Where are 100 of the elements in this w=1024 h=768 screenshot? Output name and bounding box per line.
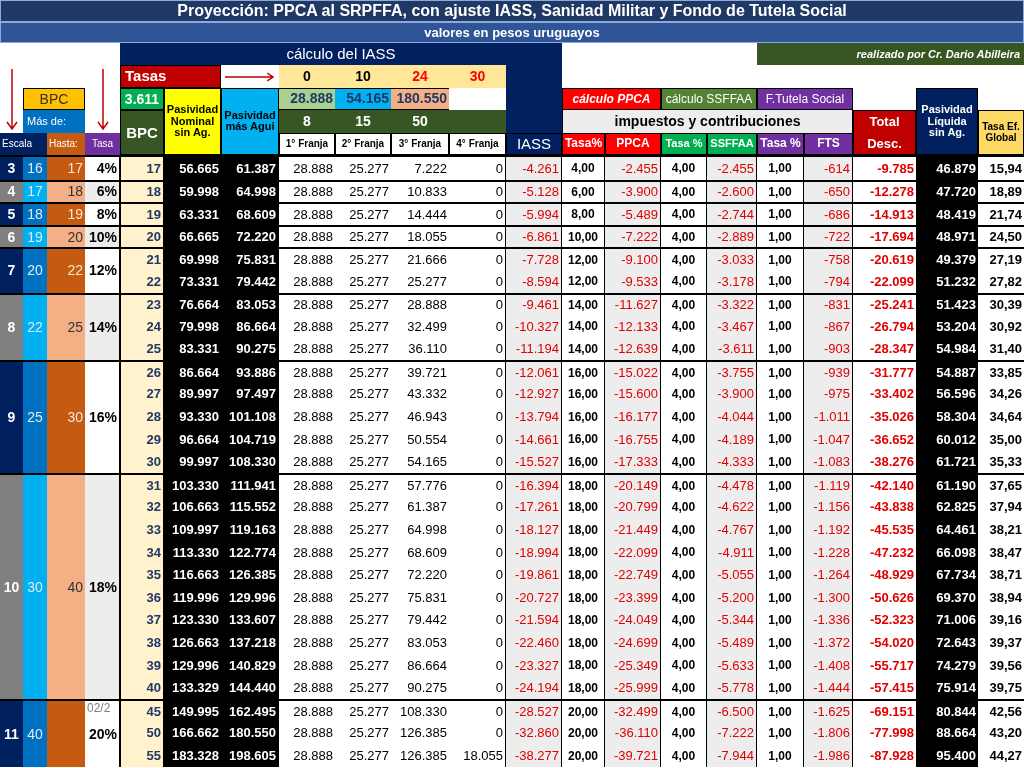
table-cell: 1,00: [757, 247, 804, 270]
column-header: Pasividad Líquida sin Ag.: [916, 87, 978, 155]
table-cell: -39.721: [605, 744, 661, 768]
table-cell: -21.594: [506, 608, 562, 632]
column-header: FTS: [804, 132, 853, 155]
table-cell: -32.860: [506, 721, 562, 745]
table-cell: 40: [23, 699, 47, 768]
table-cell: -2.744: [707, 202, 757, 225]
table-cell: 149.995: [164, 699, 221, 722]
limit-value: 28.888: [279, 87, 335, 111]
table-cell: 6: [0, 224, 23, 248]
column-header: IASS: [506, 132, 562, 155]
table-cell: -4.767: [707, 518, 757, 542]
table-cell: 129.996: [221, 586, 279, 609]
table-cell: 137.218: [221, 631, 279, 655]
table-cell: 123.330: [164, 608, 221, 632]
table-cell: -24.699: [605, 631, 661, 655]
table-cell: -21.449: [605, 518, 661, 542]
table-cell: 72.220: [221, 224, 279, 248]
table-cell: 4,00: [661, 699, 707, 722]
table-cell: 0: [449, 247, 506, 270]
table-cell: -2.889: [707, 224, 757, 248]
table-cell: 31: [120, 473, 164, 496]
table-cell: 17: [23, 179, 47, 203]
table-cell: 0: [449, 179, 506, 203]
limit-value: 54.165: [335, 87, 391, 111]
column-header: 4° Franja: [449, 132, 506, 155]
table-cell: -17.333: [605, 450, 661, 474]
table-cell: -5.489: [605, 202, 661, 225]
table-cell: -24.049: [605, 608, 661, 632]
table-cell: 11: [0, 699, 23, 768]
table-cell: 21: [120, 247, 164, 270]
table-cell: 93.330: [164, 405, 221, 429]
table-cell: 76.664: [164, 292, 221, 316]
table-cell: 20,00: [562, 699, 605, 722]
table-cell: 54.984: [916, 337, 978, 361]
column-header: Total: [869, 115, 900, 129]
table-cell: 29: [120, 428, 164, 451]
table-cell: 119.996: [164, 586, 221, 609]
table-cell: -4.478: [707, 473, 757, 496]
table-cell: -2.600: [707, 179, 757, 203]
table-cell: 28: [120, 405, 164, 429]
column-header: Tasa %: [757, 132, 804, 155]
table-cell: -975: [804, 382, 853, 406]
table-cell: -10.327: [506, 315, 562, 338]
table-cell: 93.886: [221, 360, 279, 383]
table-cell: 6%: [85, 179, 120, 203]
table-cell: -1.372: [804, 631, 853, 655]
table-cell: -794: [804, 269, 853, 293]
table-cell: 4: [0, 179, 23, 203]
down-arrow-icon: [96, 69, 109, 132]
table-cell: 116.663: [164, 563, 221, 587]
table-cell: 30: [47, 360, 85, 474]
table-cell: 108.330: [221, 450, 279, 474]
table-cell: 133.329: [164, 676, 221, 700]
table-cell: -16.755: [605, 428, 661, 451]
bpc-limit: 15: [335, 110, 391, 133]
table-cell: -939: [804, 360, 853, 383]
table-cell: 25: [120, 337, 164, 361]
table-cell: 162.495: [221, 699, 279, 722]
table-cell: 40: [120, 676, 164, 700]
table-cell: 89.997: [164, 382, 221, 406]
rate-value: 30: [449, 65, 506, 88]
table-cell: -12.133: [605, 315, 661, 338]
table-cell: 14%: [85, 292, 120, 361]
table-cell: -20.149: [605, 473, 661, 496]
rate-value: 10: [335, 65, 391, 88]
table-cell: 104.719: [221, 428, 279, 451]
table-cell: -3.033: [707, 247, 757, 270]
table-cell: -28.527: [506, 699, 562, 722]
table-cell: 66.098: [916, 541, 978, 564]
table-cell: -1.806: [804, 721, 853, 745]
table-cell: 101.108: [221, 405, 279, 429]
table-cell: 22: [23, 292, 47, 361]
table-cell: 16: [23, 157, 47, 180]
table-cell: -3.322: [707, 292, 757, 316]
column-header: 1° Franja: [279, 132, 335, 155]
table-cell: 133.607: [221, 608, 279, 632]
table-cell: -24.194: [506, 676, 562, 700]
column-header: Hasta:: [47, 132, 85, 155]
bpc-limit: 8: [279, 110, 335, 133]
table-cell: 17: [120, 157, 164, 180]
table-cell: 75.831: [221, 247, 279, 270]
table-cell: 115.552: [221, 495, 279, 519]
table-cell: 4,00: [661, 360, 707, 383]
table-cell: 0: [449, 360, 506, 383]
table-cell: -4.622: [707, 495, 757, 519]
table-cell: 30: [23, 473, 47, 700]
table-cell: 34: [120, 541, 164, 564]
table-cell: -3.611: [707, 337, 757, 361]
table-cell: 0: [449, 224, 506, 248]
table-cell: -4.333: [707, 450, 757, 474]
column-header: Pasividad más Agui: [221, 87, 279, 155]
column-header: Tasa%: [562, 132, 605, 155]
table-cell: 3: [0, 157, 23, 180]
table-cell: 4,00: [661, 202, 707, 225]
column-header: Más de:: [23, 110, 85, 133]
right-arrow-icon: [225, 71, 275, 82]
table-cell: 38: [120, 631, 164, 655]
table-cell: 48.419: [916, 202, 978, 225]
